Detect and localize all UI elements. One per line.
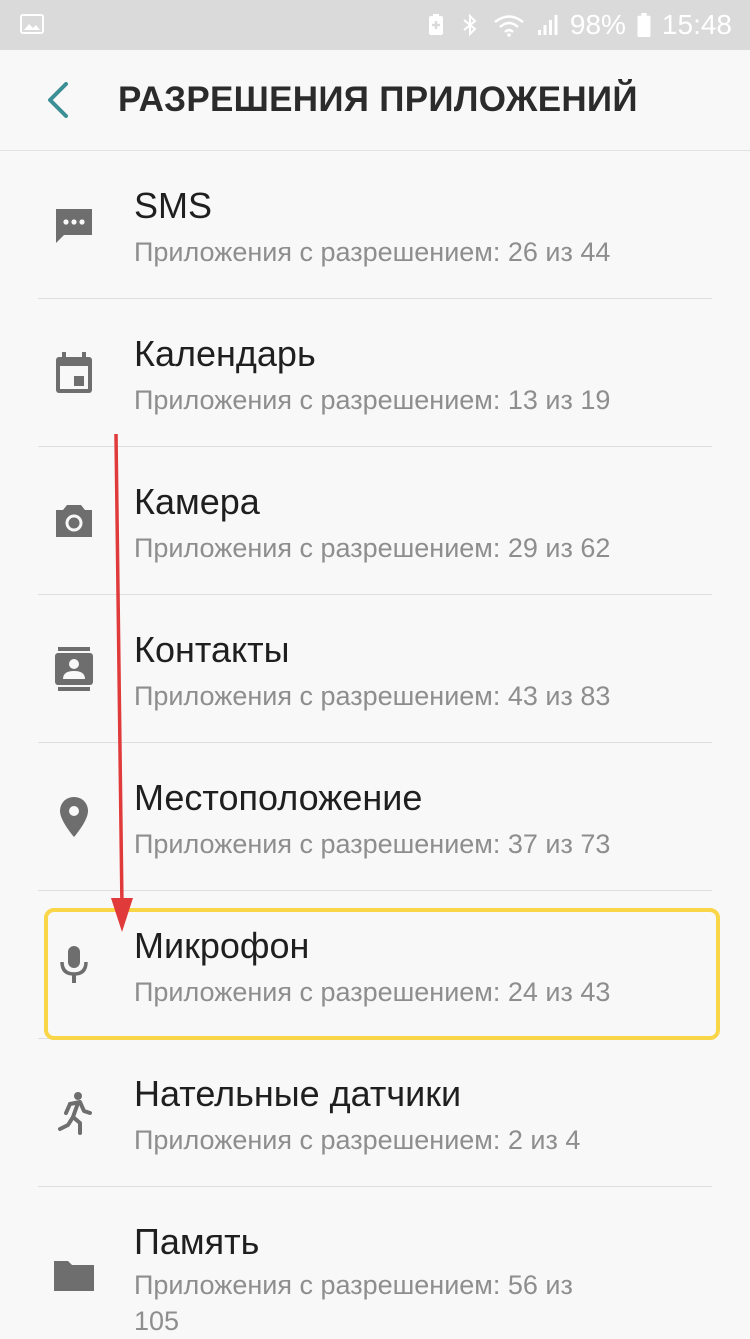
permissions-list: SMS Приложения с разрешением: 26 из 44 К… xyxy=(0,151,750,1336)
permission-item-calendar[interactable]: Календарь Приложения с разрешением: 13 и… xyxy=(0,299,750,447)
permission-count: Приложения с разрешением: 26 из 44 xyxy=(134,237,611,267)
sms-icon xyxy=(56,209,92,243)
microphone-icon xyxy=(60,946,88,983)
permission-count: Приложения с разрешением: 37 из 73 xyxy=(134,829,611,859)
folder-icon xyxy=(54,1261,94,1291)
battery-icon xyxy=(637,13,651,37)
status-icons: 98% 15:48 xyxy=(424,0,732,50)
permission-title: Контакты xyxy=(134,629,290,670)
status-bar: 98% 15:48 xyxy=(0,0,750,50)
location-icon xyxy=(60,797,88,837)
permission-count: Приложения с разрешением: 13 из 19 xyxy=(134,385,611,415)
permission-title: Календарь xyxy=(134,333,316,374)
permission-title: SMS xyxy=(134,185,213,226)
page-title: РАЗРЕШЕНИЯ ПРИЛОЖЕНИЙ xyxy=(118,80,638,119)
signal-icon xyxy=(537,15,558,35)
permission-item-microphone[interactable]: Микрофон Приложения с разрешением: 24 из… xyxy=(0,891,750,1039)
permission-count: Приложения с разрешением: 43 из 83 xyxy=(134,681,611,711)
permission-count: Приложения с разрешением: 29 из 62 xyxy=(134,533,611,563)
permission-title: Микрофон xyxy=(134,925,310,966)
permission-title: Местоположение xyxy=(134,777,423,818)
contacts-icon xyxy=(55,647,93,691)
permission-count: Приложения с разрешением: 56 из 105 xyxy=(134,1270,573,1336)
back-arrow-icon xyxy=(48,82,68,118)
camera-icon xyxy=(56,505,92,537)
back-button[interactable] xyxy=(40,78,80,122)
permission-item-location[interactable]: Местоположение Приложения с разрешением:… xyxy=(0,743,750,891)
permission-count: Приложения с разрешением: 2 из 4 xyxy=(134,1125,581,1155)
permission-item-storage[interactable]: Память Приложения с разрешением: 56 из 1… xyxy=(0,1187,750,1336)
permission-item-contacts[interactable]: Контакты Приложения с разрешением: 43 из… xyxy=(0,595,750,743)
image-notification-icon xyxy=(20,14,44,34)
permission-count: Приложения с разрешением: 24 из 43 xyxy=(134,977,611,1007)
wifi-icon xyxy=(494,15,524,37)
permission-item-sms[interactable]: SMS Приложения с разрешением: 26 из 44 xyxy=(0,151,750,299)
permission-item-camera[interactable]: Камера Приложения с разрешением: 29 из 6… xyxy=(0,447,750,595)
bluetooth-icon xyxy=(463,13,477,37)
clock: 15:48 xyxy=(661,9,732,40)
calendar-icon xyxy=(56,352,92,393)
permission-item-body-sensors[interactable]: Нательные датчики Приложения с разрешени… xyxy=(0,1039,750,1187)
permission-title: Память xyxy=(134,1221,260,1262)
battery-percent: 98% xyxy=(569,9,626,40)
permission-title: Нательные датчики xyxy=(134,1073,462,1114)
body-sensors-icon xyxy=(58,1092,92,1135)
battery-saver-icon xyxy=(428,14,443,35)
app-bar: РАЗРЕШЕНИЯ ПРИЛОЖЕНИЙ xyxy=(0,50,750,151)
permission-title: Камера xyxy=(134,481,260,522)
